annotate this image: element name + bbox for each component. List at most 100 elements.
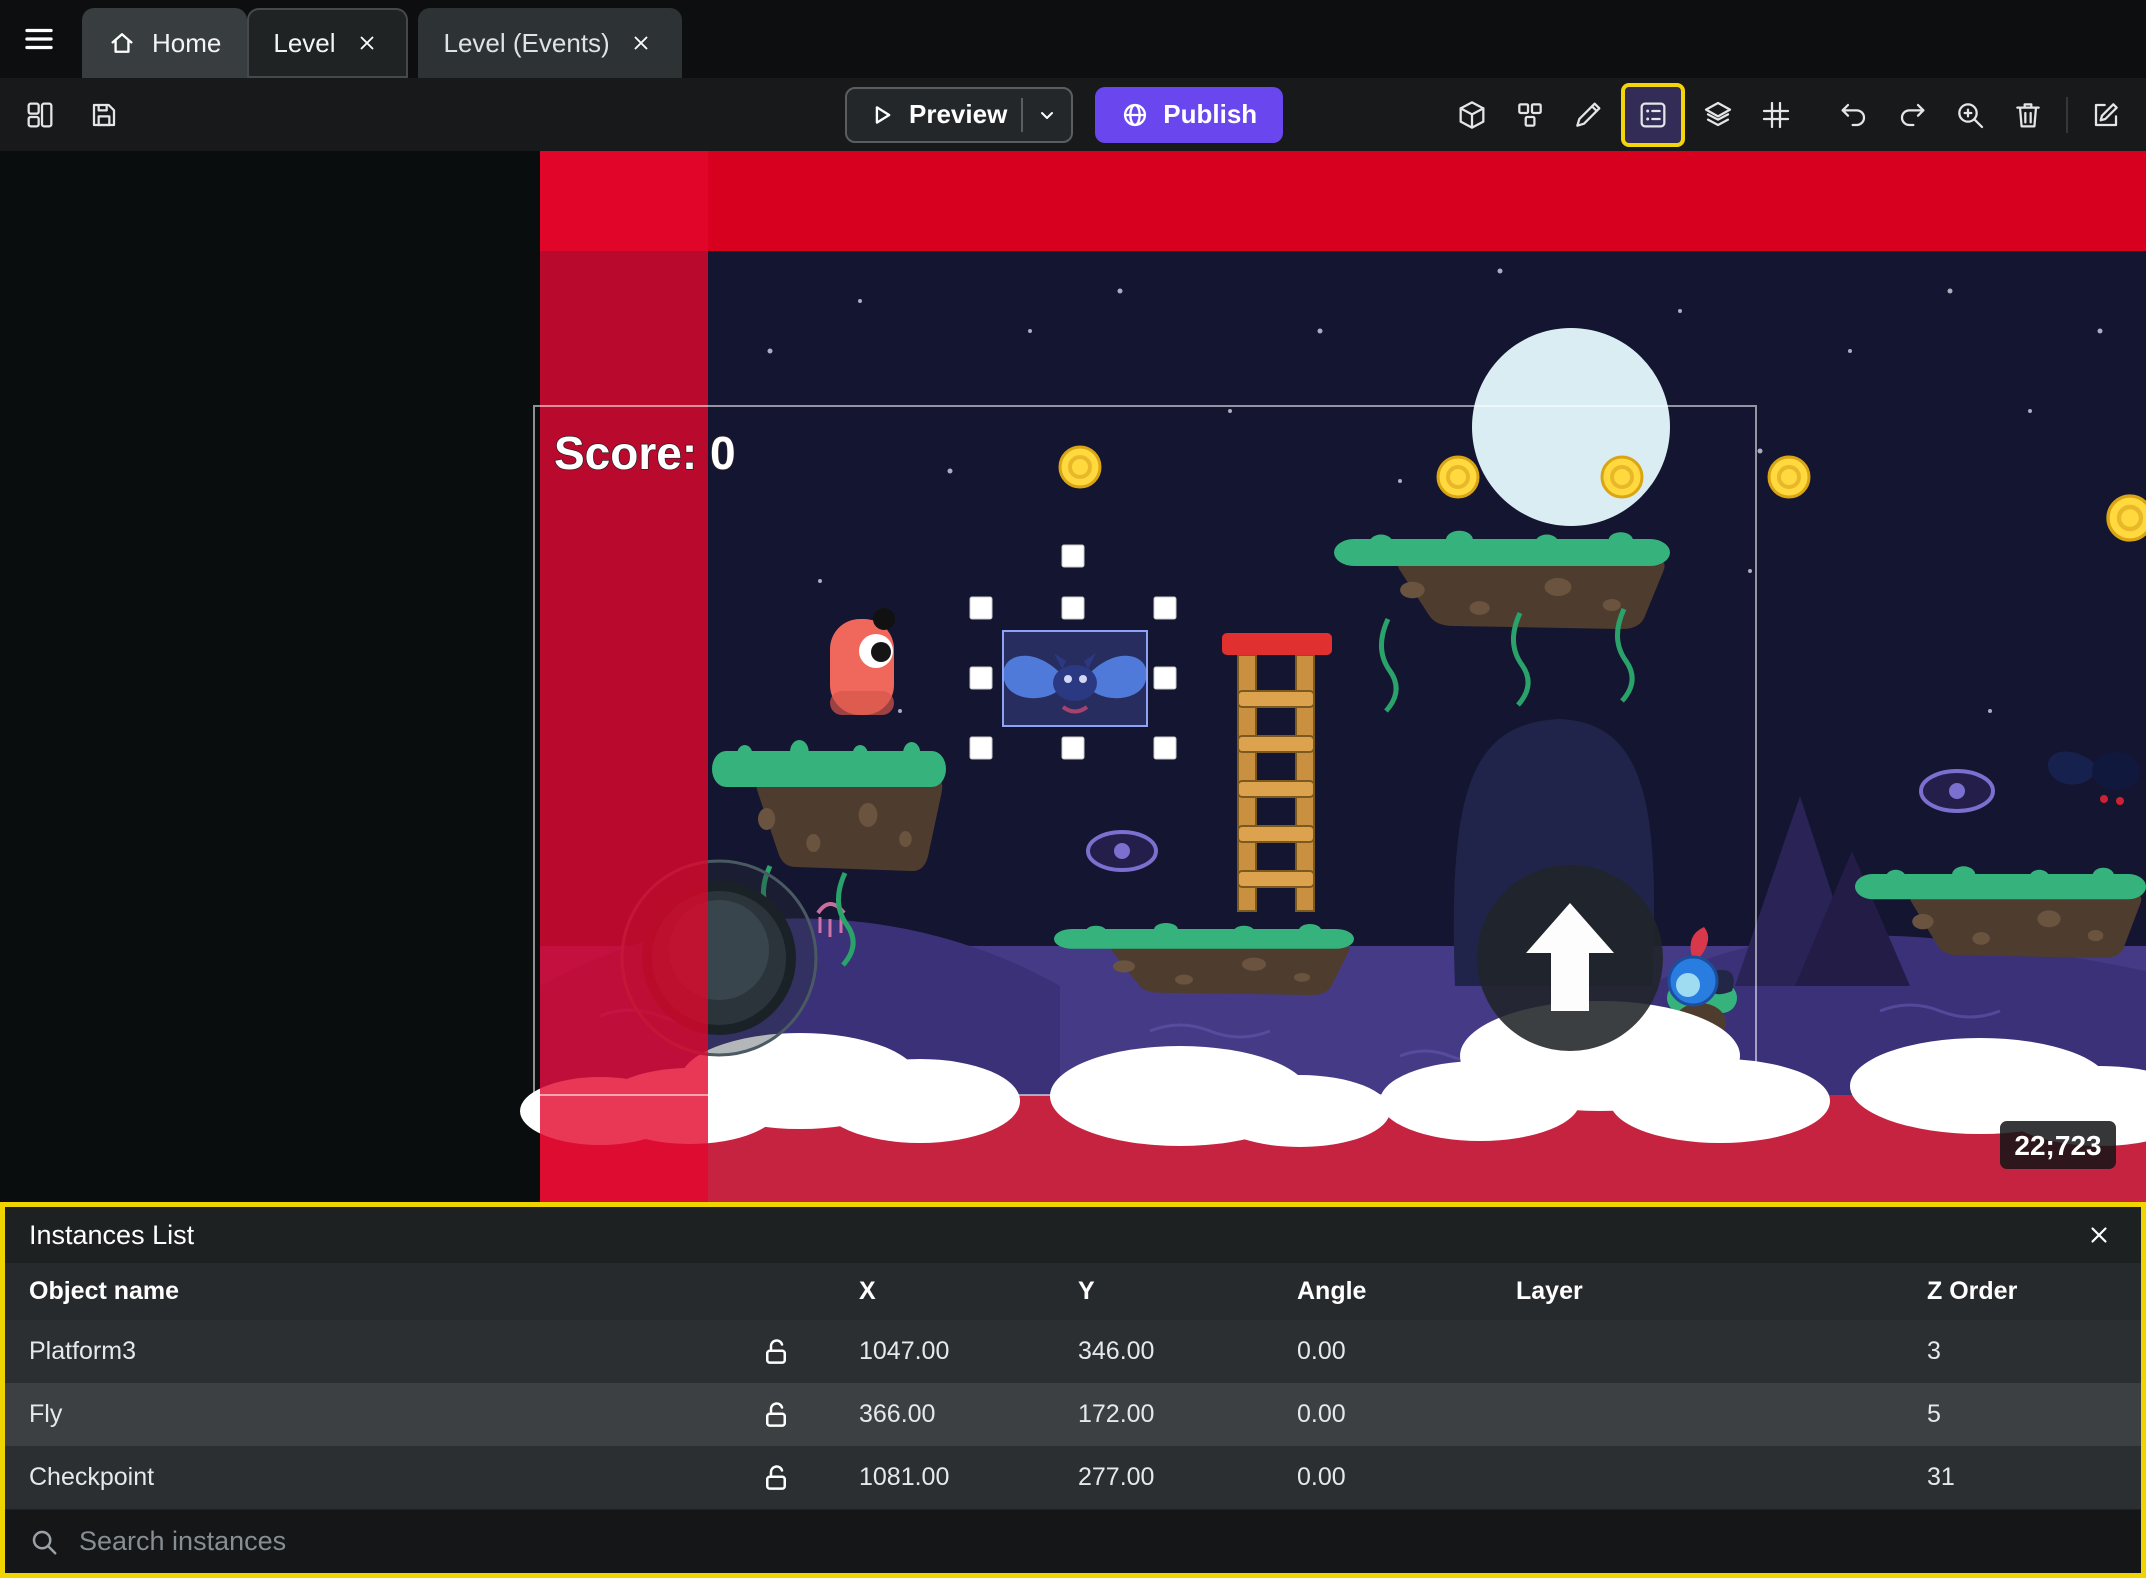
unlock-icon	[766, 1338, 786, 1364]
table-row[interactable]: Platform3 1047.00 346.00 0.00 3	[5, 1320, 2141, 1383]
table-row[interactable]: Checkpoint 1081.00 277.00 0.00 31	[5, 1446, 2141, 1509]
tab-level-events-label: Level (Events)	[443, 27, 610, 58]
tab-level-events-close-button[interactable]	[626, 28, 656, 58]
jump-button-control[interactable]	[1477, 865, 1663, 1051]
publish-button[interactable]: Publish	[1095, 86, 1284, 143]
instance-x[interactable]: 366.00	[835, 1400, 1054, 1429]
close-icon	[634, 36, 648, 50]
pencil-icon	[1576, 102, 1601, 127]
tab-level-label: Level	[273, 27, 336, 58]
panel-title-row: Instances List	[5, 1207, 2141, 1263]
instance-z-order[interactable]: 3	[1903, 1337, 2141, 1366]
tab-bar: Home Level Level (Events)	[0, 0, 2146, 78]
grid-icon	[1762, 101, 1790, 128]
red-zone-overlay	[540, 151, 708, 1202]
chevron-down-icon	[1041, 111, 1054, 119]
layers-icon	[1704, 101, 1732, 126]
toolbar-divider	[2066, 96, 2068, 133]
hamburger-icon	[25, 28, 53, 50]
panel-title: Instances List	[29, 1219, 195, 1250]
table-row-selected[interactable]: Fly 366.00 172.00 0.00 5	[5, 1383, 2141, 1446]
toggle-grid-button[interactable]	[1748, 87, 1804, 143]
layers-panel-button[interactable]	[1690, 87, 1746, 143]
instance-y[interactable]: 277.00	[1054, 1463, 1273, 1492]
instances-list-highlight	[1621, 82, 1685, 147]
preview-main[interactable]: Preview	[847, 99, 1021, 130]
table-header-row: Object name X Y Angle Layer Z Order	[5, 1263, 2141, 1320]
instance-x[interactable]: 1081.00	[835, 1463, 1054, 1492]
objects-panel-button[interactable]	[1444, 87, 1500, 143]
hamburger-menu-button[interactable]	[6, 0, 72, 78]
instance-x[interactable]: 1047.00	[835, 1337, 1054, 1366]
open-start-page-button[interactable]	[12, 87, 68, 143]
search-input[interactable]	[79, 1526, 2117, 1557]
unlock-icon	[766, 1464, 786, 1490]
instance-angle[interactable]: 0.00	[1273, 1337, 1492, 1366]
lock-toggle[interactable]	[747, 1337, 835, 1367]
tab-home[interactable]: Home	[82, 8, 248, 78]
undo-button[interactable]	[1826, 87, 1882, 143]
instance-name[interactable]: Checkpoint	[5, 1463, 747, 1492]
instance-y[interactable]: 172.00	[1054, 1400, 1273, 1429]
coordinates-badge: 22;723	[2000, 1121, 2116, 1169]
search-icon	[32, 1530, 57, 1554]
save-button[interactable]	[76, 87, 132, 143]
redo-icon	[1900, 103, 1925, 126]
editor-toolbar: Preview Publish	[0, 78, 2146, 151]
col-x: X	[859, 1277, 876, 1305]
object-groups-button[interactable]	[1502, 87, 1558, 143]
play-icon	[875, 105, 891, 124]
panel-close-button[interactable]	[2081, 1217, 2117, 1253]
close-icon	[2091, 1227, 2107, 1243]
delete-button[interactable]	[2000, 87, 2056, 143]
cubes-group-icon	[1518, 102, 1542, 127]
selection-box[interactable]	[1002, 630, 1148, 727]
col-z-order: Z Order	[1927, 1277, 2018, 1305]
trash-icon	[2016, 102, 2040, 127]
instance-z-order[interactable]: 31	[1903, 1463, 2141, 1492]
save-icon	[92, 103, 116, 126]
tab-level-close-button[interactable]	[352, 28, 382, 58]
toolbar-left-group	[12, 87, 132, 143]
instance-name[interactable]: Platform3	[5, 1337, 747, 1366]
cube-icon	[1459, 100, 1485, 129]
lock-toggle[interactable]	[747, 1463, 835, 1493]
instances-list-panel-button[interactable]	[1625, 87, 1681, 143]
home-icon	[111, 33, 133, 53]
level-render[interactable]: Score: 0 22;723	[0, 151, 2146, 1202]
lock-toggle[interactable]	[747, 1400, 835, 1430]
tab-home-label: Home	[152, 27, 222, 58]
tab-level-events[interactable]: Level (Events)	[417, 8, 682, 78]
instance-name[interactable]: Fly	[5, 1400, 747, 1429]
toolbar-right-group	[1444, 82, 2134, 147]
coordinates-text: 22;723	[2014, 1130, 2101, 1161]
panels-layout-icon	[27, 102, 53, 127]
unlock-icon	[766, 1401, 786, 1427]
instances-list-icon	[1640, 102, 1666, 127]
instance-angle[interactable]: 0.00	[1273, 1400, 1492, 1429]
scene-canvas[interactable]: Score: 0 22;723	[0, 151, 2146, 1202]
publish-label: Publish	[1163, 99, 1258, 129]
moon-sprite[interactable]	[1472, 328, 1670, 526]
instance-z-order[interactable]: 5	[1903, 1400, 2141, 1429]
col-object-name: Object name	[29, 1277, 180, 1305]
search-bar	[5, 1510, 2141, 1573]
preview-button[interactable]: Preview	[845, 86, 1074, 143]
undo-icon	[1841, 103, 1866, 126]
col-layer: Layer	[1516, 1277, 1583, 1305]
toolbar-center-group: Preview Publish	[845, 78, 1284, 151]
close-icon	[360, 36, 373, 50]
instances-list-panel: Instances List Object name X Y Angle Lay…	[0, 1202, 2146, 1578]
edit-scene-properties-button[interactable]	[2078, 87, 2134, 143]
zoom-in-icon	[1958, 102, 1984, 128]
instance-y[interactable]: 346.00	[1054, 1337, 1273, 1366]
zoom-button[interactable]	[1942, 87, 1998, 143]
preview-dropdown-button[interactable]	[1023, 103, 1071, 127]
tab-level[interactable]: Level	[247, 8, 408, 78]
col-y: Y	[1078, 1277, 1095, 1305]
properties-panel-button[interactable]	[1560, 87, 1616, 143]
col-angle: Angle	[1297, 1277, 1367, 1305]
scene-edit-icon	[2094, 102, 2118, 126]
instance-angle[interactable]: 0.00	[1273, 1463, 1492, 1492]
redo-button[interactable]	[1884, 87, 1940, 143]
